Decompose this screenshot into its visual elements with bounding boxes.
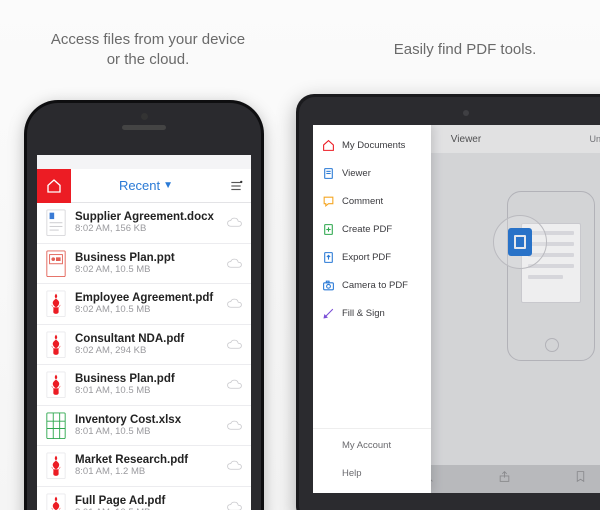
- file-list: Supplier Agreement.docx8:02 AM, 156 KBBu…: [37, 203, 251, 510]
- comment-icon: [322, 195, 335, 208]
- chevron-down-icon: ▼: [163, 180, 173, 191]
- pdf-file-icon: [45, 372, 67, 398]
- sidebar-item-comment[interactable]: Comment: [313, 187, 431, 215]
- phone-statusbar: [37, 155, 251, 169]
- sidebar-item-label: Camera to PDF: [342, 280, 408, 291]
- caption-right: Easily find PDF tools.: [360, 40, 570, 60]
- file-meta: 8:02 AM, 294 KB: [75, 345, 219, 356]
- sidebar-item-export[interactable]: Export PDF: [313, 243, 431, 271]
- pdf-file-icon: [45, 291, 67, 317]
- phone-device-frame: Recent ▼ Supplier Agreement.docx8:02 AM,…: [24, 100, 264, 510]
- sidebar-item-label: Export PDF: [342, 252, 391, 263]
- view-toggle-button[interactable]: [221, 179, 251, 193]
- file-meta: 8:01 AM, 1.2 MB: [75, 466, 219, 477]
- sidebar-item-create[interactable]: Create PDF: [313, 215, 431, 243]
- cloud-icon: [227, 217, 243, 228]
- sidebar-item-label: Viewer: [342, 168, 371, 179]
- viewer-icon: [322, 167, 335, 180]
- phone-speaker: [122, 125, 166, 130]
- file-row[interactable]: Consultant NDA.pdf8:02 AM, 294 KB: [37, 325, 251, 366]
- cloud-icon: [227, 420, 243, 431]
- file-meta: 8:01 AM, 10.5 MB: [75, 426, 219, 437]
- camera-icon: [322, 279, 335, 292]
- tablet-camera-dot: [463, 110, 469, 116]
- file-row[interactable]: Inventory Cost.xlsx8:01 AM, 10.5 MB: [37, 406, 251, 447]
- sidebar-item-label: Create PDF: [342, 224, 392, 235]
- file-row[interactable]: Business Plan.pdf8:01 AM, 10.5 MB: [37, 365, 251, 406]
- phone-screen: Recent ▼ Supplier Agreement.docx8:02 AM,…: [37, 155, 251, 510]
- home-icon: [322, 139, 335, 152]
- sidebar-item-label: Fill & Sign: [342, 308, 385, 319]
- pdf-file-icon: [45, 453, 67, 479]
- file-name: Business Plan.pdf: [75, 373, 219, 385]
- create-icon: [322, 223, 335, 236]
- file-name: Market Research.pdf: [75, 454, 219, 466]
- tablet-device-frame: dumentswhere n the Viewer. Fromen scroll…: [296, 94, 600, 510]
- export-icon: [322, 251, 335, 264]
- file-name: Employee Agreement.pdf: [75, 292, 219, 304]
- phone-camera-dot: [141, 113, 148, 120]
- tools-sidebar: My Documents Viewer Comment Create PDF Expor…: [313, 125, 431, 493]
- ppt-file-icon: [45, 250, 67, 276]
- file-name: Supplier Agreement.docx: [75, 211, 219, 223]
- sidebar-item-home[interactable]: My Documents: [313, 131, 431, 159]
- file-row[interactable]: Employee Agreement.pdf8:02 AM, 10.5 MB: [37, 284, 251, 325]
- sidebar-item-label: My Account: [342, 440, 391, 451]
- cloud-icon: [227, 258, 243, 269]
- file-meta: 8:02 AM, 10.5 MB: [75, 304, 219, 315]
- caption-left: Access files from your deviceor the clou…: [28, 30, 268, 71]
- file-name: Consultant NDA.pdf: [75, 333, 219, 345]
- file-meta: 8:02 AM, 156 KB: [75, 223, 219, 234]
- home-button[interactable]: [37, 169, 71, 203]
- cloud-icon: [227, 298, 243, 309]
- file-meta: 8:02 AM, 10.5 MB: [75, 264, 219, 275]
- header-title-dropdown[interactable]: Recent ▼: [71, 178, 221, 193]
- xls-file-icon: [45, 412, 67, 438]
- sidebar-item-camera[interactable]: Camera to PDF: [313, 271, 431, 299]
- file-name: Full Page Ad.pdf: [75, 495, 219, 507]
- header-title-text: Recent: [119, 178, 160, 193]
- sidebar-item-label: My Documents: [342, 140, 405, 151]
- sidebar-footer-item[interactable]: My Account: [313, 431, 431, 459]
- file-row[interactable]: Market Research.pdf8:01 AM, 1.2 MB: [37, 446, 251, 487]
- file-row[interactable]: Business Plan.ppt8:02 AM, 10.5 MB: [37, 244, 251, 285]
- cloud-icon: [227, 460, 243, 471]
- sidebar-footer-item[interactable]: Help: [313, 459, 431, 487]
- sidebar-item-fill[interactable]: Fill & Sign: [313, 299, 431, 327]
- file-name: Business Plan.ppt: [75, 252, 219, 264]
- sidebar-item-label: Comment: [342, 196, 383, 207]
- cloud-icon: [227, 379, 243, 390]
- tablet-screen: dumentswhere n the Viewer. Fromen scroll…: [313, 125, 600, 493]
- pdf-file-icon: [45, 493, 67, 510]
- files-header: Recent ▼: [37, 169, 251, 203]
- file-row[interactable]: Supplier Agreement.docx8:02 AM, 156 KB: [37, 203, 251, 244]
- cloud-icon: [227, 501, 243, 510]
- file-row[interactable]: Full Page Ad.pdf8:01 AM, 10.5 MB: [37, 487, 251, 510]
- cloud-icon: [227, 339, 243, 350]
- file-meta: 8:01 AM, 10.5 MB: [75, 385, 219, 396]
- file-name: Inventory Cost.xlsx: [75, 414, 219, 426]
- doc-file-icon: [45, 210, 67, 236]
- fill-icon: [322, 307, 335, 320]
- sidebar-item-label: Help: [342, 468, 362, 479]
- pdf-file-icon: [45, 331, 67, 357]
- sidebar-item-viewer[interactable]: Viewer: [313, 159, 431, 187]
